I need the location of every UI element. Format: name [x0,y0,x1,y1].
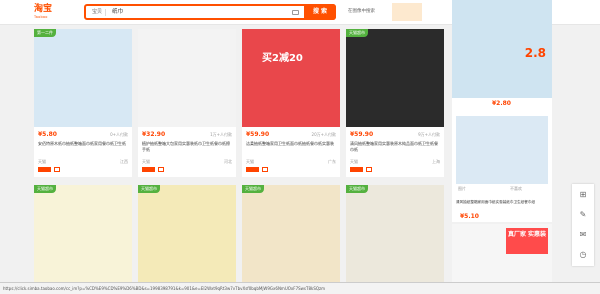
product-location: 上海 [432,159,440,164]
search-button[interactable]: 搜 索 [304,4,336,20]
search-box: 宝贝 搜 索 [84,4,336,20]
product-badge [350,167,363,172]
product-shop[interactable]: 天猫 [38,159,46,165]
product-title[interactable]: 安佰特原木纸巾抽纸整箱面巾纸家用餐巾纸卫生纸 [38,141,128,153]
product-price: ¥5.80 [38,131,57,138]
product-label: 天猫超市 [242,185,264,193]
product-shop[interactable]: 天猫 [142,159,150,165]
product-shop[interactable]: 天猫 [246,159,254,165]
product-image[interactable]: 第一二件 [34,29,132,127]
product-image[interactable]: 天猫超市 [34,185,132,283]
product-card[interactable]: 天猫超市 [138,185,236,283]
product-price: ¥59.90 [246,131,270,138]
product-title[interactable]: 清风抽纸整箱家用实惠装原木纯品面巾纸卫生纸餐巾纸 [350,141,440,153]
camera-icon[interactable] [292,10,299,15]
side-dislike-button[interactable]: 不喜欢 [510,186,522,192]
product-location: 江西 [120,159,128,164]
product-sold-count: 20万+人付款 [311,132,336,137]
product-label: 天猫超市 [346,185,368,193]
product-image[interactable] [138,29,236,127]
product-image[interactable]: 天猫超市 [242,185,340,283]
product-badge-secondary [158,167,164,172]
image-search-link[interactable]: 在图像中搜索 [348,8,375,14]
product-card[interactable]: 天猫超市 [242,185,340,283]
taobao-logo[interactable]: 淘宝 [34,5,52,14]
product-card[interactable]: 第一二件 ¥5.80 0+人付款 安佰特原木纸巾抽纸整箱面巾纸家用餐巾纸卫生纸 … [34,29,132,177]
product-card[interactable]: 天猫超市 ¥59.90 9万+人付款 清风抽纸整箱家用实惠装原木纯品面巾纸卫生纸… [346,29,444,177]
search-category-select[interactable]: 宝贝 [89,9,107,16]
product-promo-text: 买2减20 [262,53,303,64]
product-label: 天猫超市 [138,185,160,193]
header-promo-image[interactable] [392,3,422,21]
product-sold-count: 9万+人付款 [418,132,440,137]
taobao-logo-sub: Taobao [34,15,48,19]
product-sold-count: 1万+人付款 [210,132,232,137]
product-title[interactable]: 洁柔抽纸整箱家用卫生纸面巾纸抽纸餐巾纸实惠装 [246,141,336,153]
product-card[interactable]: 买2减20 ¥59.90 20万+人付款 洁柔抽纸整箱家用卫生纸面巾纸抽纸餐巾纸… [242,29,340,177]
product-badge [246,167,259,172]
product-card[interactable]: 天猫超市 [34,185,132,283]
cart-icon[interactable]: ⊞ [578,190,588,200]
product-image[interactable]: 天猫超市 [346,29,444,127]
side-product-price: ¥5.10 [460,213,479,220]
side-price: ¥2.80 [492,100,511,107]
side-promo-image[interactable]: 2.8 [452,0,552,98]
product-card[interactable]: 天猫超市 [346,185,444,283]
chat-icon[interactable]: ✉ [578,230,588,240]
history-icon[interactable]: ◷ [578,250,588,260]
product-badge [142,167,155,172]
product-location: 河北 [224,159,232,164]
product-image[interactable]: 天猫超市 [346,185,444,283]
product-sold-count: 0+人付款 [110,132,128,137]
edit-icon[interactable]: ✎ [578,210,588,220]
product-label: 天猫超市 [346,29,368,37]
side-image-button[interactable]: 图片 [458,186,466,192]
status-bar-url: https://click.simba.taobao.com/cc_im?p=%… [0,282,600,294]
product-badge [38,167,51,172]
side-big-price: 2.8 [524,46,546,60]
product-title[interactable]: 植护抽纸整箱大包家用实惠装纸巾卫生纸餐巾纸擦手纸 [142,141,232,153]
side-recommendations: 2.8 ¥2.80 图片 不喜欢 清风抽纸整箱家用面巾纸实惠装纸巾卫生纸餐巾纸 … [452,0,552,294]
product-card[interactable]: ¥32.90 1万+人付款 植护抽纸整箱大包家用实惠装纸巾卫生纸餐巾纸擦手纸 天… [138,29,236,177]
product-image[interactable]: 买2减20 [242,29,340,127]
product-badge-secondary [54,167,60,172]
side-product-image[interactable] [456,116,548,184]
floating-toolbar: ⊞ ✎ ✉ ◷ [572,184,594,266]
product-badge-secondary [262,167,268,172]
product-image[interactable]: 天猫超市 [138,185,236,283]
side-ad-tag: 真厂家 实惠装 [506,228,548,254]
product-price: ¥59.90 [350,131,374,138]
product-badge-secondary [366,167,372,172]
product-label: 第一二件 [34,29,56,37]
product-label: 天猫超市 [34,185,56,193]
product-price: ¥32.90 [142,131,166,138]
search-input[interactable] [112,8,282,16]
product-location: 广东 [328,159,336,164]
side-product-title[interactable]: 清风抽纸整箱家用面巾纸实惠装纸巾卫生纸餐巾纸 [456,200,548,205]
product-shop[interactable]: 天猫 [350,159,358,165]
